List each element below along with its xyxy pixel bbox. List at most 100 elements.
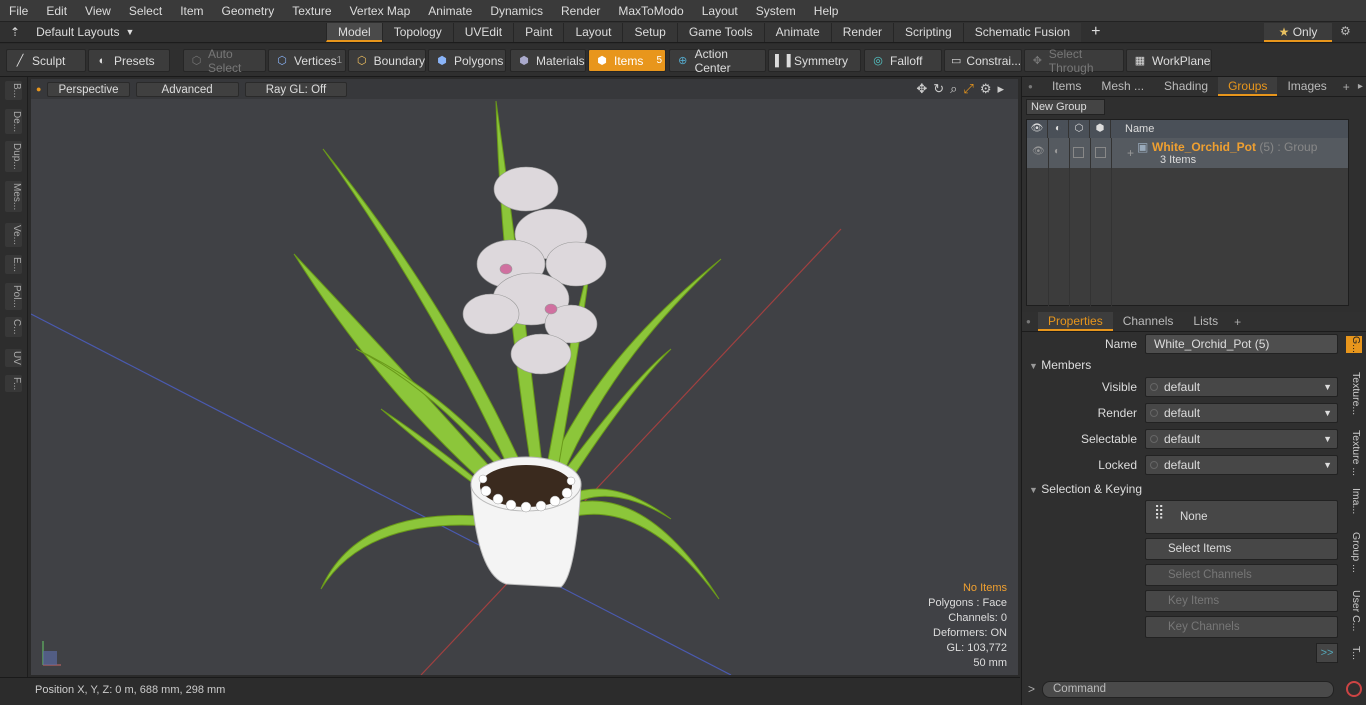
key-items-button[interactable]: Key Items <box>1145 590 1338 612</box>
menu-item-dynamics[interactable]: Dynamics <box>481 4 552 18</box>
select-icon[interactable]: ⬡ <box>1069 120 1090 138</box>
left-tab[interactable]: Dup... <box>5 141 22 172</box>
side-tab[interactable]: T... <box>1346 646 1362 660</box>
advanced-button[interactable]: Advanced <box>135 81 239 97</box>
rotate-icon[interactable]: ↻ <box>933 81 944 97</box>
select-through-button[interactable]: ✥ Select Through <box>1024 47 1124 75</box>
tab-game-tools[interactable]: Game Tools <box>676 22 764 42</box>
menu-item-geometry[interactable]: Geometry <box>213 4 284 18</box>
side-tab[interactable]: User C... <box>1346 590 1362 631</box>
tab-lists[interactable]: Lists <box>1183 312 1228 331</box>
3d-viewport[interactable]: ● Perspective Advanced Ray GL: Off ✥ ↻ ⌕… <box>31 79 1018 675</box>
members-section[interactable]: ▼ Members <box>1029 358 1091 374</box>
tab-layout[interactable]: Layout <box>563 22 623 42</box>
prop-dropdown-selectable[interactable]: default ▼ <box>1145 429 1338 449</box>
new-group-button[interactable]: New Group <box>1026 99 1105 115</box>
menu-item-layout[interactable]: Layout <box>693 4 747 18</box>
menu-item-system[interactable]: System <box>747 4 805 18</box>
menu-item-edit[interactable]: Edit <box>37 4 76 18</box>
tab-items[interactable]: Items <box>1042 77 1091 96</box>
workplane-button[interactable]: ▦ WorkPlane <box>1126 49 1212 72</box>
command-input[interactable]: Command <box>1042 681 1334 698</box>
tab-channels[interactable]: Channels <box>1113 312 1184 331</box>
menu-item-help[interactable]: Help <box>805 4 848 18</box>
add-prop-tab-icon[interactable]: + <box>1228 315 1241 329</box>
menu-item-texture[interactable]: Texture <box>283 4 340 18</box>
prop-dropdown-locked[interactable]: default ▼ <box>1145 455 1338 475</box>
add-panel-tab-icon[interactable]: + <box>1337 80 1350 94</box>
zoom-icon[interactable]: ⌕ <box>950 81 957 97</box>
maximize-icon[interactable]: ⤢ <box>963 81 973 97</box>
side-tab[interactable]: Group ... <box>1346 532 1362 573</box>
tab-uvedit[interactable]: UVEdit <box>452 22 514 42</box>
tab-render[interactable]: Render <box>830 22 894 42</box>
side-tab[interactable]: Ima... <box>1346 488 1362 514</box>
select-channels-button[interactable]: Select Channels <box>1145 564 1338 586</box>
sculpt-button[interactable]: ╱ Sculpt <box>6 49 86 72</box>
boundary-button[interactable]: ⬡ Boundary <box>348 49 426 72</box>
left-tab[interactable]: Mes... <box>5 181 22 213</box>
perspective-button[interactable]: Perspective <box>47 81 130 97</box>
group-row[interactable]: 👁 ◐ + ▣ White_Orchid_Pot (5) : Group 3 I… <box>1027 138 1348 168</box>
presets-button[interactable]: ◐ Presets <box>88 49 170 72</box>
tab-images[interactable]: Images <box>1277 77 1336 96</box>
tab-model[interactable]: Model <box>326 22 382 42</box>
layouts-dropdown[interactable]: ⇡ Default Layouts ▼ <box>0 25 326 39</box>
raygl-button[interactable]: Ray GL: Off <box>244 81 348 97</box>
tab-paint[interactable]: Paint <box>513 22 564 42</box>
menu-item-render[interactable]: Render <box>552 4 609 18</box>
left-tab[interactable]: UV <box>5 349 22 367</box>
more-button[interactable]: >> <box>1316 643 1338 663</box>
side-tab[interactable]: Texture ... <box>1346 430 1362 476</box>
menu-item-view[interactable]: View <box>76 4 120 18</box>
record-icon[interactable] <box>1346 681 1362 697</box>
left-tab[interactable]: Ve... <box>5 223 22 248</box>
prop-dropdown-visible[interactable]: default ▼ <box>1145 377 1338 397</box>
auto-select-button[interactable]: ⬡ Auto Select <box>183 47 266 75</box>
viewport-gear-icon[interactable]: ⚙ <box>980 81 992 97</box>
tab-shading[interactable]: Shading <box>1154 77 1218 96</box>
tab-topology[interactable]: Topology <box>381 22 453 42</box>
polygons-button[interactable]: ⬢ Polygons <box>428 49 506 72</box>
row-lock-checkbox[interactable] <box>1095 147 1106 158</box>
expand-arrow-icon[interactable]: ▸ <box>997 81 1004 97</box>
left-tab[interactable]: De... <box>5 109 22 135</box>
select-items-button[interactable]: Select Items <box>1145 538 1338 560</box>
only-button[interactable]: ★ Only <box>1264 23 1332 42</box>
items-button[interactable]: ⬢ Items 5 <box>588 49 666 72</box>
left-tab[interactable]: C... <box>5 317 22 337</box>
tab-scripting[interactable]: Scripting <box>893 22 963 42</box>
lock-icon[interactable]: ⬢ <box>1090 120 1111 138</box>
left-tab[interactable]: F... <box>5 375 22 393</box>
vertices-button[interactable]: ⬡ Vertices 1 <box>268 49 346 72</box>
left-tab[interactable]: E... <box>5 255 22 275</box>
row-eye-icon[interactable]: 👁 <box>1032 146 1045 157</box>
prop-dropdown-render[interactable]: default ▼ <box>1145 403 1338 423</box>
row-render-icon[interactable]: ◐ <box>1054 146 1060 157</box>
menu-item-animate[interactable]: Animate <box>419 4 481 18</box>
tab-animate[interactable]: Animate <box>763 22 831 42</box>
menu-item-maxtomodo[interactable]: MaxToModo <box>609 4 692 18</box>
selection-keying-section[interactable]: ▼ Selection & Keying <box>1029 482 1142 498</box>
panel-arrow-icon[interactable]: ▸ <box>1350 81 1363 92</box>
falloff-button[interactable]: ◎ Falloff <box>864 49 942 72</box>
expand-plus-icon[interactable]: + <box>1127 146 1134 160</box>
side-tab[interactable]: G... <box>1346 336 1362 353</box>
symmetry-button[interactable]: ▌▐ Symmetry <box>768 49 861 72</box>
tab-schematic-fusion[interactable]: Schematic Fusion <box>962 22 1082 42</box>
constraints-button[interactable]: ▭ Constrai... <box>944 49 1022 72</box>
menu-item-file[interactable]: File <box>0 4 37 18</box>
name-input[interactable]: White_Orchid_Pot (5) <box>1145 334 1338 354</box>
materials-button[interactable]: ⬢ Materials <box>510 49 586 72</box>
tab-setup[interactable]: Setup <box>622 22 677 42</box>
move-icon[interactable]: ✥ <box>916 81 927 97</box>
key-channels-button[interactable]: Key Channels <box>1145 616 1338 638</box>
gear-icon[interactable]: ⚙ <box>1340 24 1351 38</box>
tab-properties[interactable]: Properties <box>1038 312 1113 331</box>
menu-item-vertex-map[interactable]: Vertex Map <box>341 4 420 18</box>
add-tab-icon[interactable]: + <box>1081 23 1110 41</box>
side-tab[interactable]: Texture... <box>1346 372 1362 415</box>
left-tab[interactable]: Pol... <box>5 283 22 310</box>
render-icon[interactable]: ◐ <box>1048 120 1069 138</box>
action-center-button[interactable]: ⊕ Action Center <box>669 47 766 75</box>
